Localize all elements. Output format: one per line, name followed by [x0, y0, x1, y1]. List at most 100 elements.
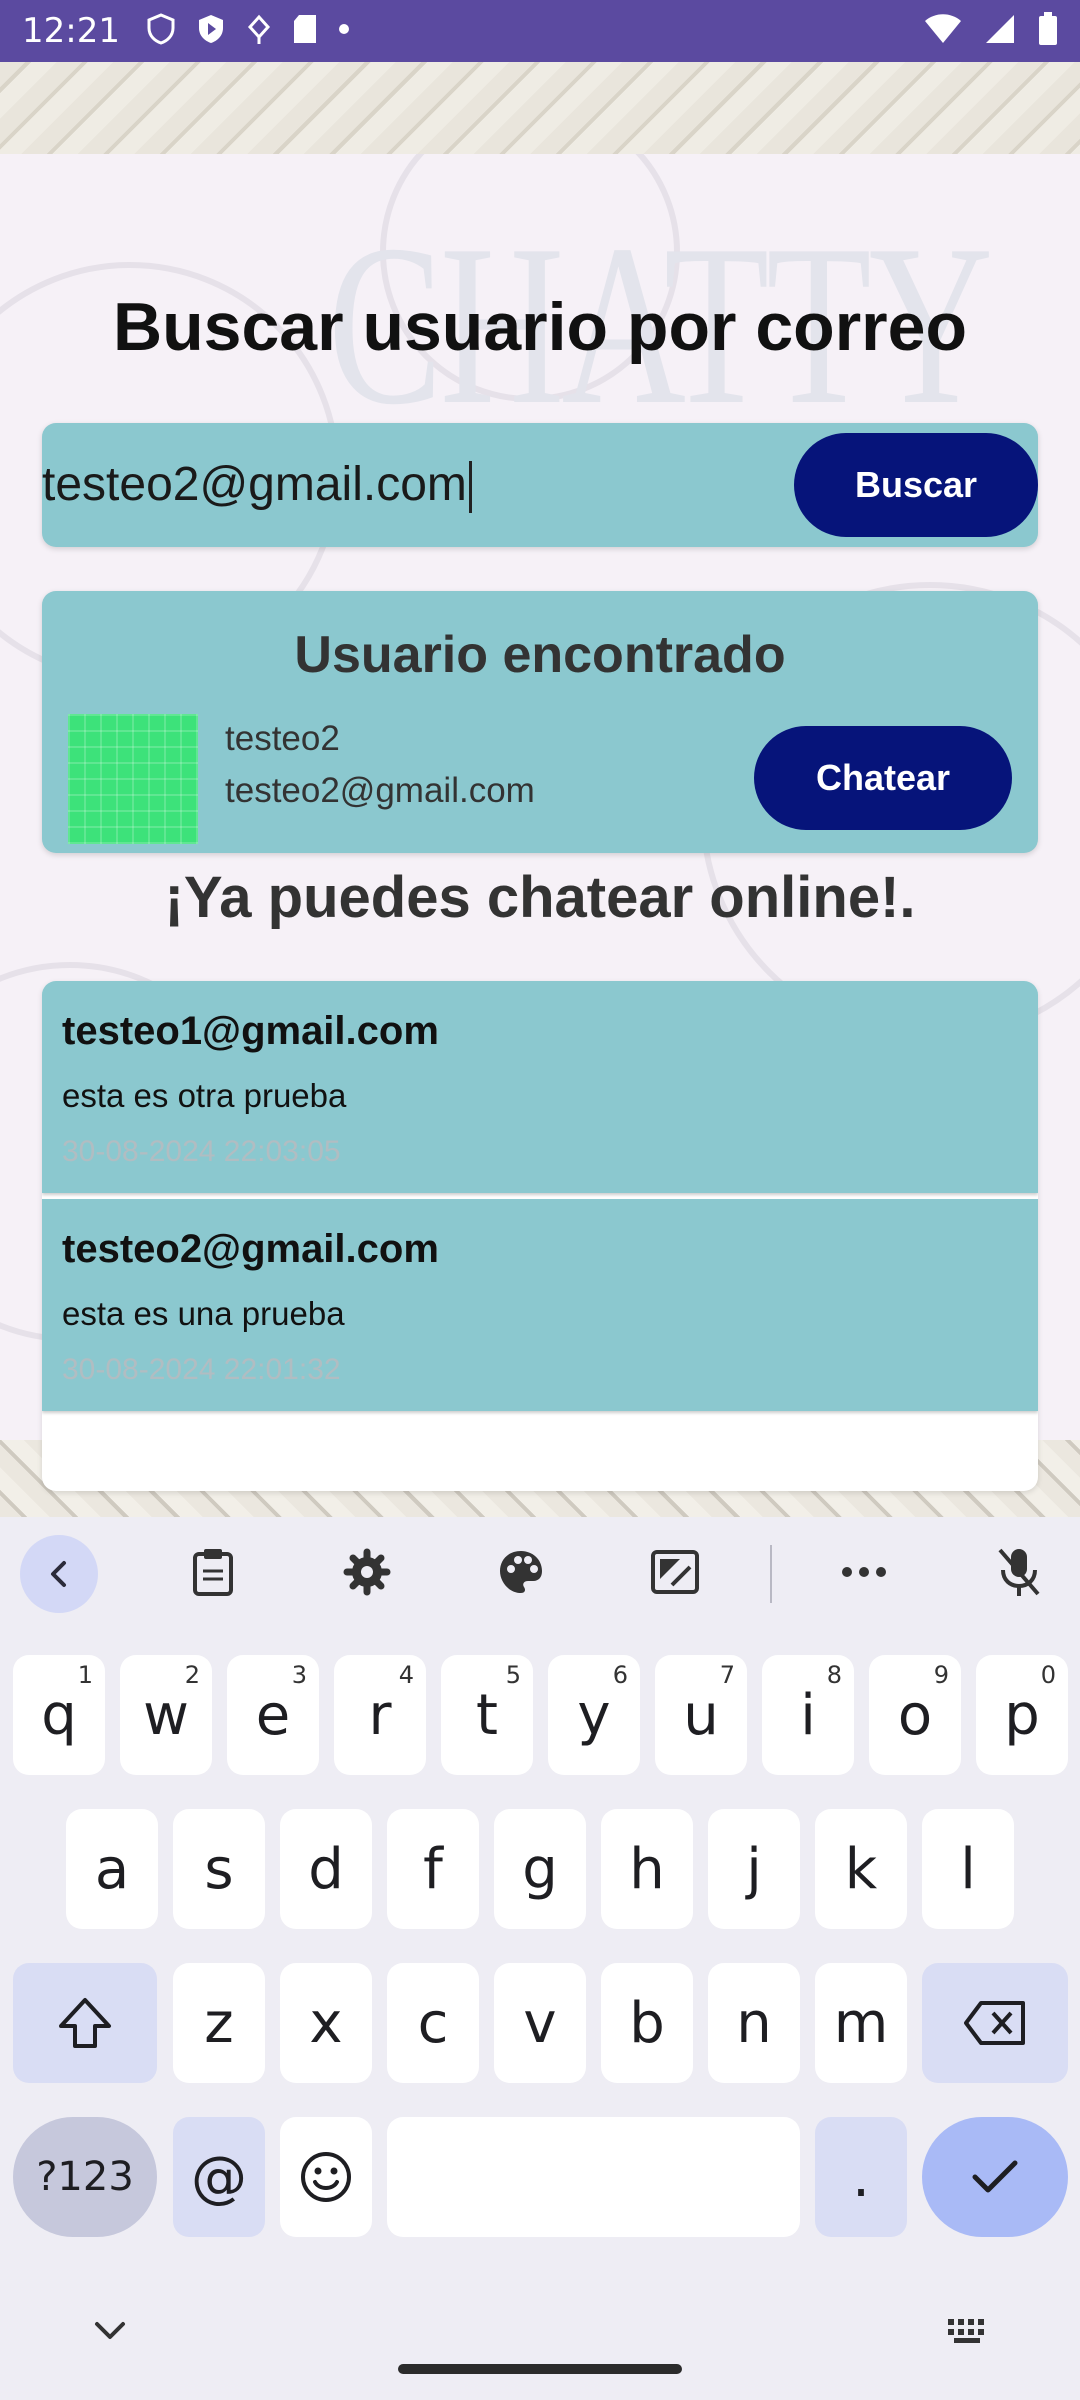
key-hint: 2	[184, 1661, 200, 1689]
key-c[interactable]: c	[387, 1963, 479, 2083]
key-y[interactable]: y6	[548, 1655, 640, 1775]
mic-off-icon[interactable]	[979, 1537, 1059, 1607]
key-hint: 9	[933, 1661, 949, 1689]
symbols-key[interactable]: ?123	[13, 2117, 157, 2237]
key-label: t	[476, 1682, 498, 1748]
resize-icon[interactable]	[635, 1537, 715, 1607]
chat-message: esta es una prueba	[62, 1295, 345, 1332]
checkmark-icon	[972, 2160, 1018, 2193]
more-icon[interactable]	[824, 1537, 904, 1607]
key-hint: 7	[719, 1661, 735, 1689]
backspace-key[interactable]	[922, 1963, 1068, 2083]
key-label: w	[143, 1682, 189, 1748]
home-indicator[interactable]	[398, 2364, 682, 2374]
emoji-icon	[301, 2152, 351, 2202]
email-search-input[interactable]: testeo2@gmail.com	[42, 423, 782, 547]
key-hint: 4	[398, 1661, 414, 1689]
chat-button[interactable]: Chatear	[754, 726, 1012, 830]
text-cursor	[468, 461, 472, 514]
palette-icon[interactable]	[481, 1537, 561, 1607]
clipboard-icon[interactable]	[173, 1537, 253, 1607]
key-l[interactable]: l	[922, 1809, 1014, 1929]
found-user-card: Usuario encontrado testeo2 testeo2@gmail…	[42, 591, 1038, 853]
at-key[interactable]: @	[173, 2117, 265, 2237]
chat-timestamp: 30-08-2024 22:01:32	[62, 1353, 341, 1386]
key-k[interactable]: k	[815, 1809, 907, 1929]
key-m[interactable]: m	[815, 1963, 907, 2083]
shield-icon	[146, 12, 176, 50]
keyboard: q1 w2 e3 r4 t5 y6 u7 i8 o9 p0 a s d f g …	[0, 1517, 1080, 2400]
status-system-icons	[924, 11, 1058, 51]
found-user-email: testeo2@gmail.com	[225, 771, 535, 810]
status-time: 12:21	[22, 11, 120, 51]
key-e[interactable]: e3	[227, 1655, 319, 1775]
dot-icon	[338, 22, 350, 40]
key-t[interactable]: t5	[441, 1655, 533, 1775]
status-bar: 12:21	[0, 0, 1080, 62]
search-card: testeo2@gmail.com Buscar	[42, 423, 1038, 547]
enter-key[interactable]	[922, 2117, 1068, 2237]
key-o[interactable]: o9	[869, 1655, 961, 1775]
settings-icon[interactable]	[327, 1537, 407, 1607]
chat-email: testeo1@gmail.com	[62, 1009, 439, 1053]
key-hint: 6	[612, 1661, 628, 1689]
key-hint: 5	[505, 1661, 521, 1689]
key-label: o	[897, 1682, 933, 1748]
key-d[interactable]: d	[280, 1809, 372, 1929]
chat-email: testeo2@gmail.com	[62, 1227, 439, 1271]
toolbar-divider	[770, 1545, 772, 1603]
list-item[interactable]: testeo1@gmail.com esta es otra prueba 30…	[42, 981, 1038, 1193]
found-user-name: testeo2	[225, 719, 340, 758]
keyboard-switch-icon[interactable]	[946, 2317, 990, 2350]
key-hint: 1	[77, 1661, 93, 1689]
key-q[interactable]: q1	[13, 1655, 105, 1775]
key-z[interactable]: z	[173, 1963, 265, 2083]
key-v[interactable]: v	[494, 1963, 586, 2083]
battery-icon	[1038, 11, 1058, 51]
key-b[interactable]: b	[601, 1963, 693, 2083]
list-item[interactable]: testeo2@gmail.com esta es una prueba 30-…	[42, 1199, 1038, 1411]
key-u[interactable]: u7	[655, 1655, 747, 1775]
key-x[interactable]: x	[280, 1963, 372, 2083]
key-j[interactable]: j	[708, 1809, 800, 1929]
key-n[interactable]: n	[708, 1963, 800, 2083]
hide-keyboard-icon[interactable]	[92, 2319, 128, 2348]
back-icon[interactable]	[20, 1535, 98, 1613]
emoji-key[interactable]	[280, 2117, 372, 2237]
search-button[interactable]: Buscar	[794, 433, 1038, 537]
chat-list: testeo1@gmail.com esta es otra prueba 30…	[42, 981, 1038, 1491]
found-user-heading: Usuario encontrado	[294, 626, 786, 684]
key-f[interactable]: f	[387, 1809, 479, 1929]
accessibility-icon	[246, 13, 272, 50]
search-input-value: testeo2@gmail.com	[42, 458, 467, 511]
bird-pattern-header	[0, 62, 1080, 154]
key-g[interactable]: g	[494, 1809, 586, 1929]
key-label: u	[683, 1682, 719, 1748]
key-hint: 8	[826, 1661, 842, 1689]
page-title: Buscar usuario por correo	[112, 289, 968, 365]
key-w[interactable]: w2	[120, 1655, 212, 1775]
key-r[interactable]: r4	[334, 1655, 426, 1775]
key-i[interactable]: i8	[762, 1655, 854, 1775]
avatar	[68, 714, 198, 844]
period-key[interactable]: .	[815, 2117, 907, 2237]
key-hint: 3	[291, 1661, 307, 1689]
key-p[interactable]: p0	[976, 1655, 1068, 1775]
chat-message: esta es otra prueba	[62, 1077, 347, 1114]
key-hint: 0	[1040, 1661, 1056, 1689]
key-h[interactable]: h	[601, 1809, 693, 1929]
key-label: y	[577, 1682, 611, 1748]
key-s[interactable]: s	[173, 1809, 265, 1929]
key-a[interactable]: a	[66, 1809, 158, 1929]
shift-icon	[59, 1998, 111, 2048]
status-notification-icons	[146, 12, 350, 50]
shift-key[interactable]	[13, 1963, 157, 2083]
backspace-icon	[964, 2001, 1025, 2045]
key-label: e	[255, 1682, 291, 1748]
wifi-icon	[924, 13, 962, 50]
space-key[interactable]	[387, 2117, 800, 2237]
sd-card-icon	[292, 13, 318, 50]
key-label: q	[41, 1682, 77, 1748]
key-label: i	[800, 1682, 816, 1748]
key-label: p	[1004, 1682, 1040, 1748]
